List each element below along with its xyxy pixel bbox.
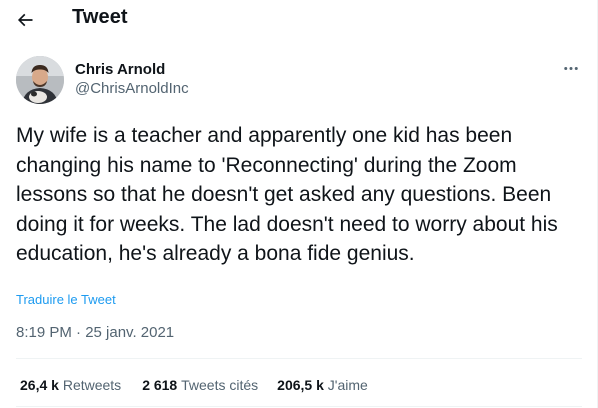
likes-label: J'aime bbox=[327, 377, 368, 393]
likes-count: 206,5 k bbox=[277, 377, 328, 393]
back-button[interactable] bbox=[8, 3, 42, 37]
engagement-stats: 26,4 k Retweets 2 618 Tweets cités 206,5… bbox=[20, 377, 368, 393]
arrow-left-icon bbox=[17, 13, 33, 27]
quote-tweets-stat[interactable]: 2 618 Tweets cités bbox=[142, 377, 258, 393]
retweets-label: Retweets bbox=[62, 377, 122, 393]
divider bbox=[16, 406, 582, 407]
tweet-timestamp[interactable]: 8:19 PM · 25 janv. 2021 bbox=[16, 324, 174, 341]
quote-tweets-count: 2 618 bbox=[142, 377, 182, 393]
tweet-text: My wife is a teacher and apparently one … bbox=[16, 124, 558, 265]
more-options-button[interactable] bbox=[558, 58, 584, 78]
translate-tweet-link[interactable]: Traduire le Tweet bbox=[16, 292, 116, 307]
author-name[interactable]: Chris Arnold bbox=[75, 61, 165, 78]
retweets-stat[interactable]: 26,4 k Retweets bbox=[20, 377, 121, 393]
divider bbox=[16, 358, 582, 359]
avatar[interactable] bbox=[16, 56, 64, 104]
page-title: Tweet bbox=[72, 6, 128, 28]
likes-stat[interactable]: 206,5 k J'aime bbox=[277, 377, 368, 393]
author-handle[interactable]: @ChrisArnoldInc bbox=[75, 80, 189, 97]
top-bar: Tweet bbox=[0, 0, 598, 40]
retweets-count: 26,4 k bbox=[20, 377, 63, 393]
quote-tweets-label: Tweets cités bbox=[181, 377, 259, 393]
more-horizontal-icon bbox=[564, 66, 578, 70]
profile-photo bbox=[16, 56, 64, 104]
